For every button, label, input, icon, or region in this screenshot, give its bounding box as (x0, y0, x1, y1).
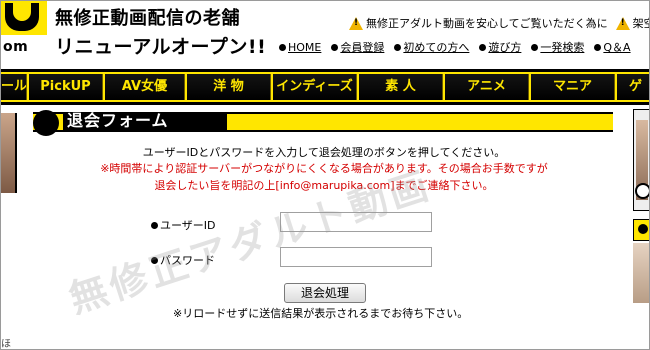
category-tab-indies[interactable]: インディーズ (271, 74, 357, 100)
category-list: ール PickUP AV女優 洋 物 インディーズ 素 人 アニメ マニア ゲ (1, 74, 649, 100)
category-bar: ール PickUP AV女優 洋 物 インディーズ 素 人 アニメ マニア ゲ (1, 69, 649, 105)
right-section-header (633, 219, 649, 241)
category-tab-av-actress[interactable]: AV女優 (103, 74, 185, 100)
header: om 無修正動画配信の老舗 リニューアルオープン!! 無修正アダルト動画を安心し… (1, 1, 649, 69)
nav-how-to-play[interactable]: 遊び方 (479, 39, 521, 55)
instruction-text: ユーザーIDとパスワードを入力して退会処理のボタンを押してください。 (142, 146, 506, 159)
reload-note: ※リロードせずに送信結果が表示されるまでお待ち下さい。 (173, 307, 469, 320)
password-label-text: パスワード (160, 254, 215, 267)
user-id-label: ユーザーID (151, 217, 216, 233)
bullet-icon (638, 224, 648, 234)
category-tab-0[interactable]: ール (1, 74, 27, 100)
password-label: パスワード (151, 252, 215, 268)
password-input[interactable] (280, 247, 432, 267)
bullet-icon (279, 43, 286, 51)
nav-home-link[interactable]: HOME (288, 41, 321, 54)
page-title: 退会フォーム (63, 112, 227, 130)
nav-search[interactable]: 一発検索 (531, 39, 584, 55)
warning-icon (615, 16, 630, 30)
category-tab-anime[interactable]: アニメ (443, 74, 529, 100)
withdraw-submit-button[interactable]: 退会処理 (284, 283, 366, 303)
notice-link[interactable]: 無修正アダルト動画を安心してご覧いただく為に 架空 (349, 15, 649, 31)
nav-first-time-link[interactable]: 初めての方へ (403, 39, 469, 55)
logo-shape-hole (13, 3, 31, 21)
left-sidebar-text: ほ (1, 339, 11, 350)
bullet-icon (531, 43, 539, 51)
right-thumbnail[interactable] (633, 243, 649, 303)
category-tab-pickup[interactable]: PickUP (27, 74, 103, 100)
category-bar-stripe (1, 100, 649, 102)
bullet-icon (394, 43, 402, 51)
bullet-icon (331, 43, 339, 51)
user-id-label-text: ユーザーID (160, 219, 216, 232)
bullet-icon (151, 221, 158, 229)
bullet-icon (151, 256, 158, 264)
category-tab-amateur[interactable]: 素 人 (357, 74, 443, 100)
section-bullet-icon (33, 110, 59, 136)
nav-first-time[interactable]: 初めての方へ (394, 39, 469, 55)
category-tab-mania[interactable]: マニア (529, 74, 615, 100)
slogan-line1: 無修正動画配信の老舗 (55, 8, 240, 29)
nav-search-link[interactable]: 一発検索 (540, 39, 584, 55)
section-header: 退会フォーム (33, 110, 613, 136)
nav-faq[interactable]: Q＆A (594, 39, 631, 55)
category-tab-western[interactable]: 洋 物 (185, 74, 271, 100)
notice-text-2: 架空 (632, 17, 649, 30)
nav-how-to-play-link[interactable]: 遊び方 (488, 39, 521, 55)
top-nav: HOME 会員登録 初めての方へ 遊び方 一発検索 Q＆A (279, 39, 631, 55)
site-logo[interactable] (1, 1, 47, 35)
bullet-icon (479, 43, 487, 51)
bullet-icon (594, 43, 602, 51)
logo-suffix: om (3, 39, 29, 55)
page-frame: om 無修正動画配信の老舗 リニューアルオープン!! 無修正アダルト動画を安心し… (0, 0, 650, 350)
category-tab-game[interactable]: ゲ (615, 74, 649, 100)
warning-icon (349, 16, 363, 30)
nav-register-link[interactable]: 会員登録 (340, 39, 384, 55)
nav-register[interactable]: 会員登録 (331, 39, 384, 55)
notice-text: 無修正アダルト動画を安心してご覧いただく為に (366, 17, 608, 30)
slogan-line2: リニューアルオープン!! (55, 36, 267, 58)
warning-text-line1: ※時間帯により認証サーバーがつながりにくくなる場合があります。その場合お手数です… (100, 162, 548, 175)
nav-faq-link[interactable]: Q＆A (603, 39, 630, 55)
warning-text-line2: 退会したい旨を明記の上[info@marupika.com]までご連絡下さい。 (154, 179, 494, 192)
user-id-input[interactable] (280, 212, 432, 232)
nav-home[interactable]: HOME (279, 39, 321, 55)
